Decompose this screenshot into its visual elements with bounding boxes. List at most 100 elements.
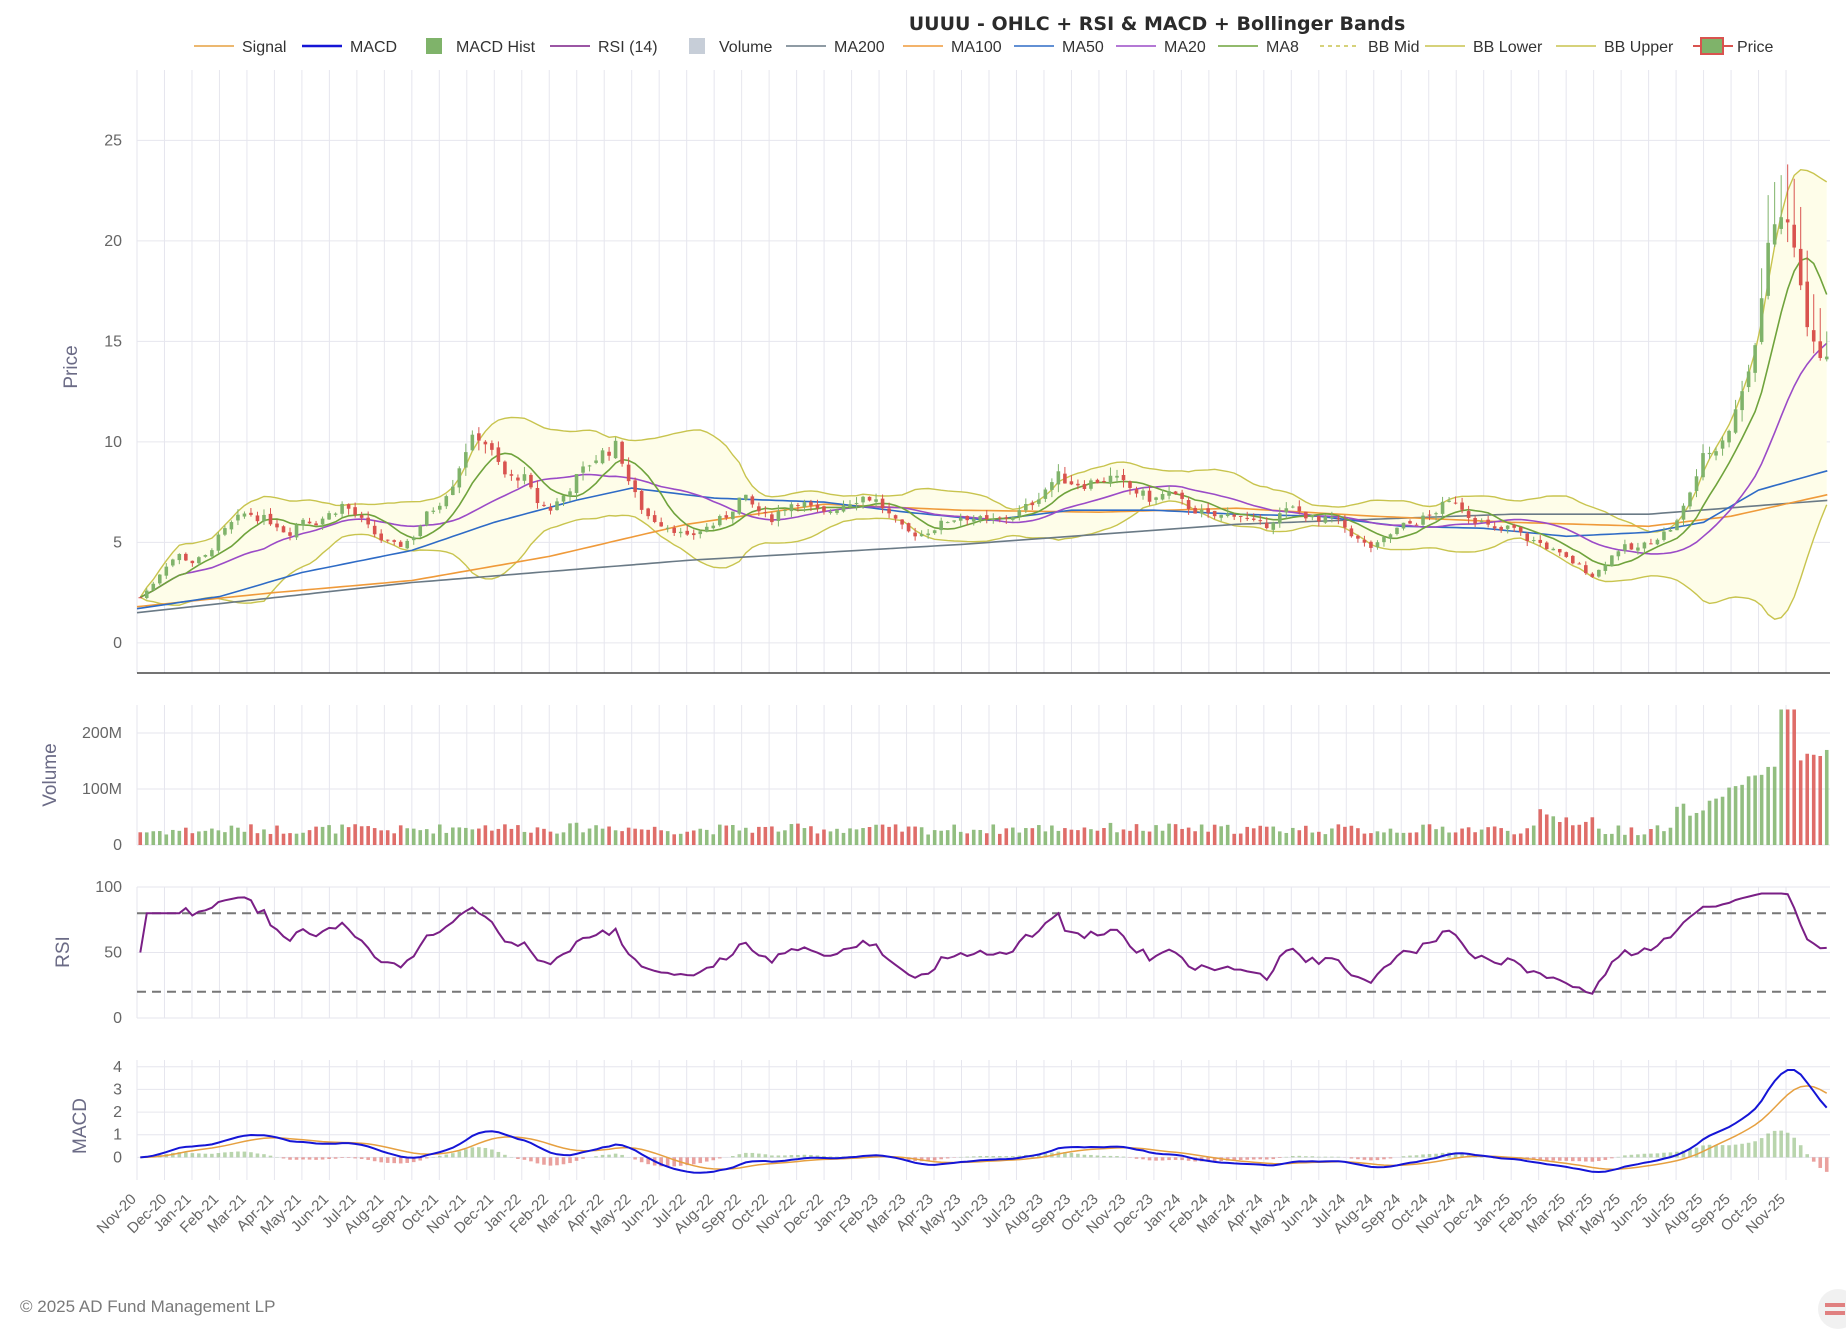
volume-bar [809, 826, 813, 845]
candle-body [145, 591, 149, 598]
volume-bar [1258, 826, 1262, 845]
macd-hist-bar [1727, 1145, 1731, 1157]
volume-bar [1734, 786, 1738, 845]
candle-body [1512, 525, 1516, 528]
volume-bar [1604, 834, 1608, 845]
macd-hist-bar [744, 1153, 748, 1157]
candle-body [269, 514, 273, 524]
macd-hist-bar [191, 1153, 195, 1157]
candle-body [1376, 542, 1380, 547]
volume-bar [249, 824, 253, 845]
candle-body [1421, 516, 1425, 525]
macd-hist-bar [607, 1155, 611, 1158]
macd-hist-bar [373, 1157, 377, 1161]
candle-body [1773, 224, 1777, 244]
legend-label: MA50 [1062, 39, 1104, 56]
macd-hist-bar [1389, 1157, 1393, 1158]
candle-body [1701, 453, 1705, 477]
volume-bar [1773, 767, 1777, 845]
macd-hist-bar [1115, 1156, 1119, 1157]
candle-body [1239, 516, 1243, 517]
volume-bar [803, 828, 807, 845]
candle-body [887, 509, 891, 514]
candle-body [418, 526, 422, 536]
candle-body [1799, 249, 1803, 285]
volume-bar [1324, 834, 1328, 845]
candle-body [718, 516, 722, 525]
volume-bar [594, 825, 598, 845]
candle-body [431, 511, 435, 512]
macd-hist-bar [1564, 1157, 1568, 1160]
volume-bar [1467, 827, 1471, 845]
x-axis-ticks: Nov-20Dec-20Jan-21Feb-21Mar-21Apr-21May-… [94, 1191, 1789, 1238]
y-tick-label: 100M [82, 781, 122, 798]
legend: SignalMACDMACD HistRSI (14)VolumeMA200MA… [194, 38, 1774, 56]
macd-hist-bar [484, 1148, 488, 1157]
volume-bar [477, 829, 481, 845]
candle-body [646, 508, 650, 516]
macd-hist-bar [1792, 1138, 1796, 1158]
volume-bar [1688, 816, 1692, 845]
volume-bar [959, 832, 963, 845]
candle-body [464, 452, 468, 467]
candle-body [1298, 506, 1302, 511]
macd-axis-title: MACD [70, 1098, 91, 1154]
candle-body [1538, 540, 1542, 543]
candle-body [230, 522, 234, 529]
macd-hist-bar [1122, 1157, 1126, 1158]
candle-body [692, 533, 696, 535]
volume-bar [347, 827, 351, 845]
candle-body [445, 496, 449, 506]
volume-bar [1004, 828, 1008, 845]
volume-bar [1643, 834, 1647, 845]
volume-bar [666, 831, 670, 845]
candle-body [965, 516, 969, 520]
volume-bar [1825, 750, 1829, 845]
candle-body [1076, 484, 1080, 486]
legend-label: BB Lower [1473, 39, 1543, 56]
macd-hist-bar [581, 1157, 585, 1158]
volume-bar [965, 833, 969, 845]
candle-body [1070, 481, 1074, 484]
macd-hist-bar [1271, 1157, 1275, 1159]
legend-label: MACD [350, 39, 397, 56]
candle-body [1675, 520, 1679, 530]
volume-bar [1382, 832, 1386, 845]
legend-label: Volume [719, 39, 772, 56]
macd-hist-bar [1779, 1131, 1783, 1158]
candle-body [1480, 521, 1484, 522]
volume-bar [438, 824, 442, 845]
candle-body [1519, 527, 1523, 532]
y-tick-label: 0 [113, 1149, 122, 1166]
volume-bar [1519, 834, 1523, 845]
candle-body [536, 488, 540, 503]
volume-bar [991, 824, 995, 845]
macd-hist-bar [1812, 1157, 1816, 1161]
candle-body [1324, 517, 1328, 523]
candle-body [1584, 565, 1588, 573]
volume-bar [1389, 829, 1393, 845]
volume-bar [321, 827, 325, 845]
volume-bar [757, 827, 761, 845]
candle-body [451, 487, 455, 495]
volume-bar [1630, 827, 1634, 845]
candle-body [829, 512, 833, 513]
macd-hist-bar [1154, 1157, 1158, 1160]
macd-hist-bar [1773, 1131, 1777, 1157]
candle-body [809, 502, 813, 506]
candle-body [822, 506, 826, 511]
macd-hist-bar [757, 1154, 761, 1158]
candle-body [900, 519, 904, 524]
candle-body [1089, 480, 1093, 488]
volume-bar [1096, 831, 1100, 845]
candle-body [1525, 534, 1529, 541]
volume-bar [1480, 830, 1484, 845]
volume-bar [1226, 825, 1230, 845]
volume-bar [204, 831, 208, 845]
candle-body [588, 465, 592, 466]
candle-body [1154, 497, 1158, 499]
volume-bar [1219, 826, 1223, 845]
candle-body [959, 518, 963, 521]
macd-hist-bar [1337, 1157, 1341, 1158]
candle-body [1141, 491, 1145, 496]
